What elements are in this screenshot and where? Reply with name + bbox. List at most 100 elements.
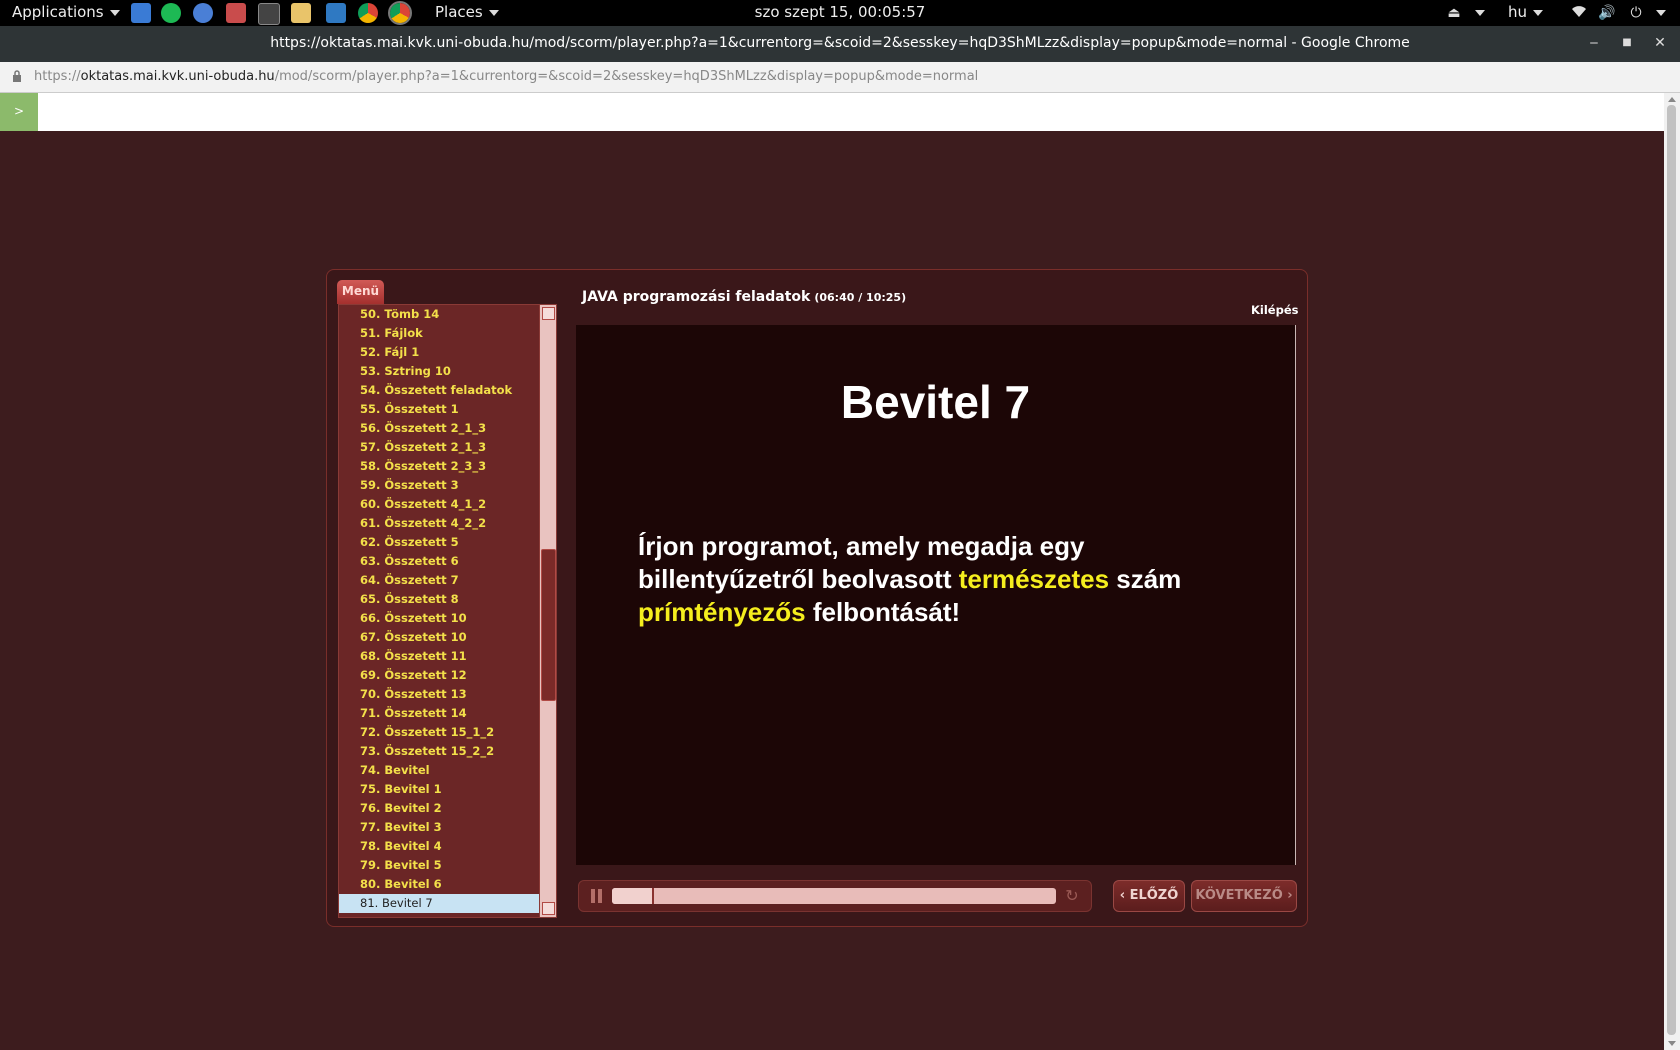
progress-bar[interactable] — [612, 888, 1056, 904]
menu-item[interactable]: 81. Bevitel 7 — [339, 894, 539, 913]
slide-title: Bevitel 7 — [840, 376, 1031, 428]
chrome-active-launcher-icon[interactable] — [388, 1, 412, 25]
menu-item[interactable]: 50. Tömb 14 — [339, 305, 539, 324]
menu-scrollbar-thumb[interactable] — [541, 549, 556, 701]
clock: szo szept 15, 00:05:57 — [754, 3, 926, 21]
menu-item[interactable]: 70. Összetett 13 — [339, 685, 539, 704]
scroll-up-icon[interactable] — [1668, 97, 1676, 102]
menu-item[interactable]: 72. Összetett 15_1_2 — [339, 723, 539, 742]
url-scheme: https:// — [34, 69, 81, 84]
menu-item[interactable]: 53. Sztring 10 — [339, 362, 539, 381]
course-title: JAVA programozási feladatok (06:40 / 10:2… — [582, 289, 906, 305]
language-label: hu — [1508, 3, 1528, 21]
eject-icon[interactable]: ⏏ — [1445, 4, 1463, 22]
applications-label: Applications — [12, 3, 104, 21]
menu-item[interactable]: 80. Bevitel 6 — [339, 875, 539, 894]
text-editor-launcher-icon[interactable] — [291, 3, 311, 23]
exit-link[interactable]: Kilépés — [1251, 303, 1298, 317]
menu-item[interactable]: 56. Összetett 2_1_3 — [339, 419, 539, 438]
close-button[interactable]: ✕ — [1650, 33, 1670, 53]
menu-scroll-down-button[interactable] — [542, 902, 555, 915]
url-text[interactable]: https://oktatas.mai.kvk.uni-obuda.hu/mod… — [34, 69, 978, 84]
archive-launcher-icon[interactable] — [226, 3, 246, 23]
menu-scrollbar[interactable] — [539, 304, 557, 918]
chevron-down-icon — [488, 9, 499, 16]
menu-item[interactable]: 78. Bevitel 4 — [339, 837, 539, 856]
menu-item[interactable]: 73. Összetett 15_2_2 — [339, 742, 539, 761]
menu-item[interactable]: 67. Összetett 10 — [339, 628, 539, 647]
power-icon[interactable]: ⏻ — [1627, 4, 1645, 22]
menu-item[interactable]: 68. Összetett 11 — [339, 647, 539, 666]
slide: Bevitel 7 Írjon programot, amely megadja… — [576, 325, 1296, 865]
terminal-launcher-icon[interactable] — [258, 3, 280, 25]
slide-body-text-3: felbontását! — [805, 597, 961, 627]
maximize-button[interactable]: ■ — [1617, 33, 1637, 53]
menu-item[interactable]: 57. Összetett 2_1_3 — [339, 438, 539, 457]
menu-item[interactable]: 75. Bevitel 1 — [339, 780, 539, 799]
menu-item[interactable]: 61. Összetett 4_2_2 — [339, 514, 539, 533]
replay-icon[interactable]: ↻ — [1063, 887, 1081, 905]
chevron-down-icon[interactable] — [1656, 10, 1666, 16]
window-title-bar: https://oktatas.mai.kvk.uni-obuda.hu/mod… — [0, 26, 1680, 62]
chevron-right-icon: › — [1282, 888, 1293, 903]
scroll-down-icon[interactable] — [1668, 1041, 1676, 1046]
menu-item[interactable]: 63. Összetett 6 — [339, 552, 539, 571]
previous-button[interactable]: ‹ ELŐZŐ — [1113, 880, 1185, 912]
menu-item[interactable]: 52. Fájl 1 — [339, 343, 539, 362]
window-title: https://oktatas.mai.kvk.uni-obuda.hu/mod… — [270, 35, 1410, 51]
next-button[interactable]: KÖVETKEZŐ › — [1191, 880, 1297, 912]
menu-item[interactable]: 62. Összetett 5 — [339, 533, 539, 552]
menu-item[interactable]: 64. Összetett 7 — [339, 571, 539, 590]
menu-item[interactable]: 58. Összetett 2_3_3 — [339, 457, 539, 476]
next-label: KÖVETKEZŐ — [1195, 888, 1283, 903]
menu-item[interactable]: 51. Fájlok — [339, 324, 539, 343]
menu-item[interactable]: 71. Összetett 14 — [339, 704, 539, 723]
scrollbar-thumb[interactable] — [1667, 105, 1676, 1035]
slide-body: Írjon programot, amely megadja egy bille… — [638, 530, 1258, 629]
toc-toggle-button[interactable]: > — [0, 93, 38, 131]
playback-time: (06:40 / 10:25) — [814, 291, 907, 304]
chrome-launcher-icon[interactable] — [358, 3, 378, 23]
menu-item[interactable]: 65. Összetett 8 — [339, 590, 539, 609]
address-bar[interactable]: https://oktatas.mai.kvk.uni-obuda.hu/mod… — [0, 62, 1680, 93]
pause-icon — [598, 889, 602, 903]
minimize-button[interactable]: ‒ — [1584, 33, 1604, 53]
wifi-icon[interactable] — [1570, 4, 1588, 22]
progress-marker[interactable] — [651, 888, 654, 904]
slide-body-highlight-2: prímtényezős — [638, 597, 806, 627]
menu-item[interactable]: 69. Összetett 12 — [339, 666, 539, 685]
page-scrollbar[interactable] — [1664, 93, 1680, 1050]
lock-icon — [13, 70, 21, 82]
menu-scroll-up-button[interactable] — [542, 307, 555, 320]
language-indicator[interactable]: hu — [1508, 3, 1544, 21]
url-host: oktatas.mai.kvk.uni-obuda.hu — [80, 69, 275, 84]
menu-item[interactable]: 74. Bevitel — [339, 761, 539, 780]
chevron-down-icon — [109, 9, 120, 16]
menu-item[interactable]: 59. Összetett 3 — [339, 476, 539, 495]
chevron-left-icon: ‹ — [1119, 888, 1130, 903]
menu-item[interactable]: 60. Összetett 4_1_2 — [339, 495, 539, 514]
menu-item[interactable]: 79. Bevitel 5 — [339, 856, 539, 875]
places-menu[interactable]: Places — [435, 3, 499, 21]
pause-button[interactable] — [591, 889, 603, 903]
menu-tab[interactable]: Menü — [337, 280, 384, 304]
files-launcher-icon[interactable] — [131, 3, 151, 23]
previous-label: ELŐZŐ — [1129, 888, 1179, 903]
system-monitor-launcher-icon[interactable] — [326, 3, 346, 23]
url-path: /mod/scorm/player.php?a=1&currentorg=&sc… — [274, 69, 979, 84]
volume-icon[interactable]: 🔊 — [1598, 4, 1616, 22]
menu-item[interactable]: 54. Összetett feladatok — [339, 381, 539, 400]
spotify-launcher-icon[interactable] — [161, 3, 181, 23]
chevron-down-icon[interactable] — [1475, 10, 1485, 16]
applications-menu[interactable]: Applications — [12, 3, 120, 21]
chevron-down-icon — [1533, 9, 1544, 16]
menu-item[interactable]: 76. Bevitel 2 — [339, 799, 539, 818]
page-header-strip — [0, 93, 1664, 131]
course-title-text: JAVA programozási feladatok — [582, 289, 811, 305]
menu-item[interactable]: 55. Összetett 1 — [339, 400, 539, 419]
slide-body-text-2: szám — [1109, 564, 1182, 594]
menu-item[interactable]: 66. Összetett 10 — [339, 609, 539, 628]
menu-item[interactable]: 77. Bevitel 3 — [339, 818, 539, 837]
chromium-launcher-icon[interactable] — [193, 3, 213, 23]
menu-panel: 50. Tömb 14 51. Fájlok 52. Fájl 1 53. Sztri… — [338, 304, 540, 918]
